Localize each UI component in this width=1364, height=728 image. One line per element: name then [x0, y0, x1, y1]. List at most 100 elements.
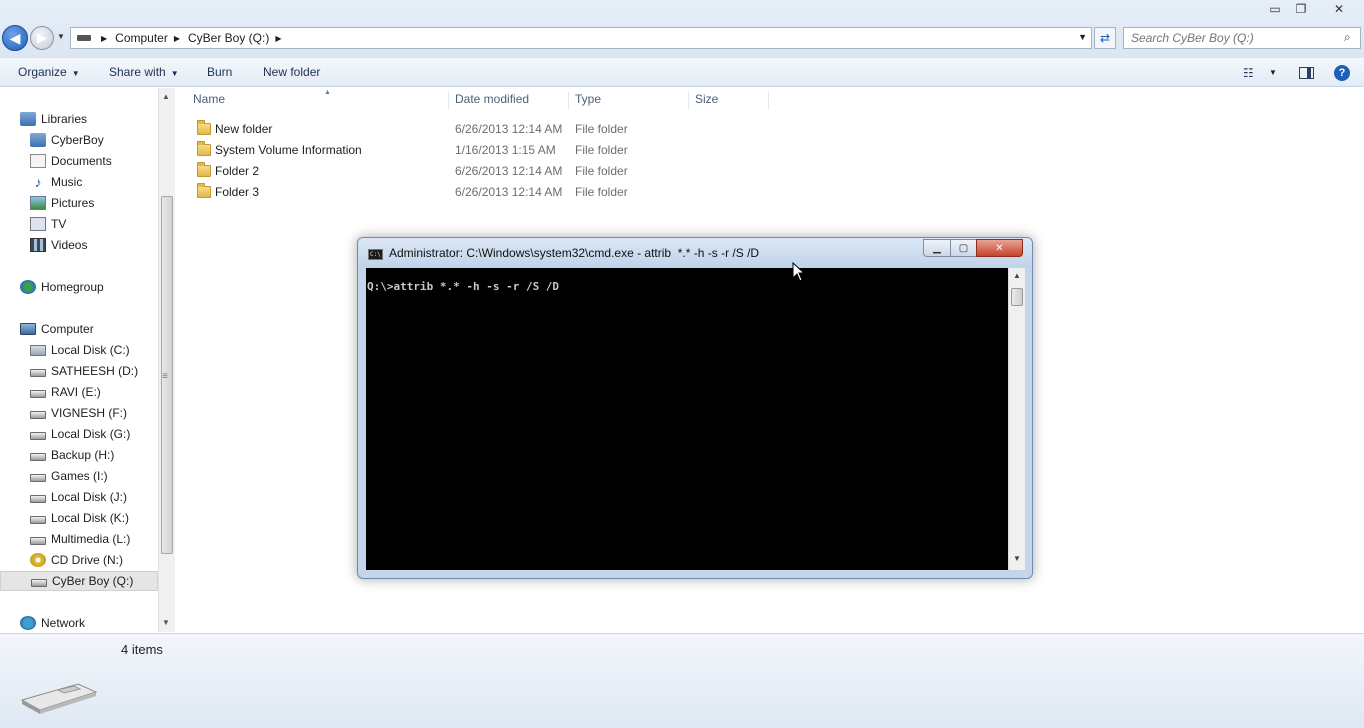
breadcrumb-drive[interactable]: CyBer Boy (Q:) [188, 31, 269, 45]
drive-icon [31, 578, 47, 587]
pane-splitter-grip[interactable]: ≡ [162, 371, 168, 382]
help-icon[interactable]: ? [1334, 65, 1350, 81]
mouse-cursor-icon [792, 262, 806, 282]
back-button[interactable]: ◀ [2, 25, 28, 51]
file-type: File folder [575, 185, 628, 199]
nav-scrollbar[interactable]: ▲ ▼ [158, 88, 175, 632]
nav-library-music[interactable]: ♪ Music [0, 172, 158, 192]
nav-drive-q[interactable]: CyBer Boy (Q:) [0, 571, 158, 591]
nav-drive-k[interactable]: Local Disk (K:) [0, 508, 158, 528]
folder-icon [197, 183, 211, 198]
burn-button[interactable]: Burn [207, 65, 232, 79]
maximize-button[interactable]: ❐ [1288, 0, 1314, 18]
nav-drive-d[interactable]: SATHEESH (D:) [0, 361, 158, 381]
homegroup-icon [20, 280, 36, 294]
file-date: 6/26/2013 12:14 AM [455, 185, 563, 199]
chevron-right-icon[interactable]: ▶ [275, 34, 281, 43]
chevron-down-icon[interactable]: ▼ [1269, 68, 1277, 77]
pictures-icon [30, 196, 46, 210]
minimize-button[interactable]: ▭ [1262, 0, 1288, 18]
scroll-down-icon[interactable]: ▼ [1013, 554, 1021, 563]
nav-homegroup[interactable]: Homegroup [0, 277, 158, 297]
nav-computer[interactable]: Computer [0, 319, 158, 339]
column-header-type[interactable]: Type [569, 92, 689, 110]
share-with-button[interactable]: Share with ▼ [109, 65, 179, 79]
refresh-button[interactable]: ⇄ [1094, 27, 1116, 49]
cmd-title-bar[interactable]: C:\ Administrator: C:\Windows\system32\c… [358, 238, 1032, 268]
recent-pages-dropdown[interactable]: ▼ [57, 32, 65, 41]
column-header-date-modified[interactable]: Date modified [449, 92, 569, 110]
file-date: 6/26/2013 12:14 AM [455, 122, 563, 136]
maximize-icon: ▢ [958, 242, 969, 254]
drive-icon [30, 536, 46, 545]
file-date: 6/26/2013 12:14 AM [455, 164, 563, 178]
music-icon: ♪ [34, 174, 42, 190]
library-icon [20, 112, 36, 126]
forward-button[interactable]: ▶ [30, 26, 54, 50]
drive-icon [30, 494, 46, 503]
column-header-name[interactable]: Name ▲ [187, 89, 449, 110]
breadcrumb-computer[interactable]: Computer [115, 31, 168, 45]
windows-drive-icon [30, 344, 46, 356]
nav-drive-g[interactable]: Local Disk (G:) [0, 424, 158, 444]
sort-ascending-icon: ▲ [324, 89, 331, 96]
nav-drive-j[interactable]: Local Disk (J:) [0, 487, 158, 507]
nav-drive-h[interactable]: Backup (H:) [0, 445, 158, 465]
cmd-close-button[interactable]: ✕ [976, 239, 1023, 257]
cmd-icon: C:\ [368, 249, 383, 260]
file-type: File folder [575, 122, 628, 136]
search-input[interactable] [1123, 27, 1361, 49]
file-type: File folder [575, 164, 628, 178]
scrollbar-thumb[interactable] [1011, 288, 1023, 306]
arrow-left-icon: ◀ [9, 29, 21, 46]
cd-drive-icon [30, 553, 46, 567]
file-row[interactable]: System Volume Information 1/16/2013 1:15… [187, 140, 777, 161]
library-icon [30, 133, 46, 147]
nav-library-pictures[interactable]: Pictures [0, 193, 158, 213]
file-row[interactable]: Folder 2 6/26/2013 12:14 AM File folder [187, 161, 777, 182]
view-options-icon[interactable]: ☷ [1243, 66, 1254, 80]
nav-drive-f[interactable]: VIGNESH (F:) [0, 403, 158, 423]
refresh-icon: ⇄ [1099, 31, 1111, 45]
nav-library-documents[interactable]: Documents [0, 151, 158, 171]
file-date: 1/16/2013 1:15 AM [455, 143, 556, 157]
file-name: Folder 2 [215, 164, 260, 178]
command-prompt-window: C:\ Administrator: C:\Windows\system32\c… [357, 237, 1033, 579]
close-button[interactable]: ✕ [1326, 0, 1352, 18]
address-field[interactable]: ▶ Computer ▶ CyBer Boy (Q:) ▶ ▼ [70, 27, 1092, 49]
cmd-maximize-button[interactable]: ▢ [950, 239, 977, 257]
chevron-right-icon[interactable]: ▶ [174, 34, 180, 43]
nav-library-tv[interactable]: TV [0, 214, 158, 234]
search-icon[interactable]: ⌕ [1344, 30, 1351, 45]
nav-drive-n[interactable]: CD Drive (N:) [0, 550, 158, 570]
arrow-right-icon: ▶ [37, 30, 47, 45]
file-name: System Volume Information [215, 143, 362, 157]
nav-library-videos[interactable]: Videos [0, 235, 158, 255]
organize-button[interactable]: Organize ▼ [18, 65, 80, 79]
cmd-scrollbar[interactable]: ▲ ▼ [1008, 268, 1025, 570]
new-folder-button[interactable]: New folder [263, 65, 320, 79]
console-output[interactable]: Q:\>attrib *.* -h -s -r /S /D [366, 268, 1008, 570]
nav-drive-c[interactable]: Local Disk (C:) [0, 340, 158, 360]
chevron-right-icon[interactable]: ▶ [101, 34, 107, 43]
chevron-down-icon: ▼ [170, 69, 179, 78]
nav-drive-l[interactable]: Multimedia (L:) [0, 529, 158, 549]
drive-icon [30, 473, 46, 482]
nav-libraries[interactable]: Libraries [0, 109, 158, 129]
cmd-minimize-button[interactable]: ▁ [923, 239, 951, 257]
file-row[interactable]: New folder 6/26/2013 12:14 AM File folde… [187, 119, 777, 140]
scroll-up-icon[interactable]: ▲ [1013, 271, 1021, 280]
nav-network[interactable]: Network [0, 613, 158, 633]
nav-drive-e[interactable]: RAVI (E:) [0, 382, 158, 402]
chevron-down-icon[interactable]: ▼ [1078, 32, 1087, 42]
minimize-icon: ▁ [933, 242, 941, 254]
file-name: New folder [215, 122, 273, 136]
nav-drive-i[interactable]: Games (I:) [0, 466, 158, 486]
scroll-up-icon[interactable]: ▲ [162, 92, 170, 101]
nav-library-cyberboy[interactable]: CyberBoy [0, 130, 158, 150]
scroll-down-icon[interactable]: ▼ [162, 618, 170, 627]
preview-pane-icon[interactable] [1299, 67, 1314, 79]
file-row[interactable]: Folder 3 6/26/2013 12:14 AM File folder [187, 182, 777, 203]
cmd-window-title: Administrator: C:\Windows\system32\cmd.e… [389, 246, 760, 260]
column-header-size[interactable]: Size [689, 92, 769, 110]
